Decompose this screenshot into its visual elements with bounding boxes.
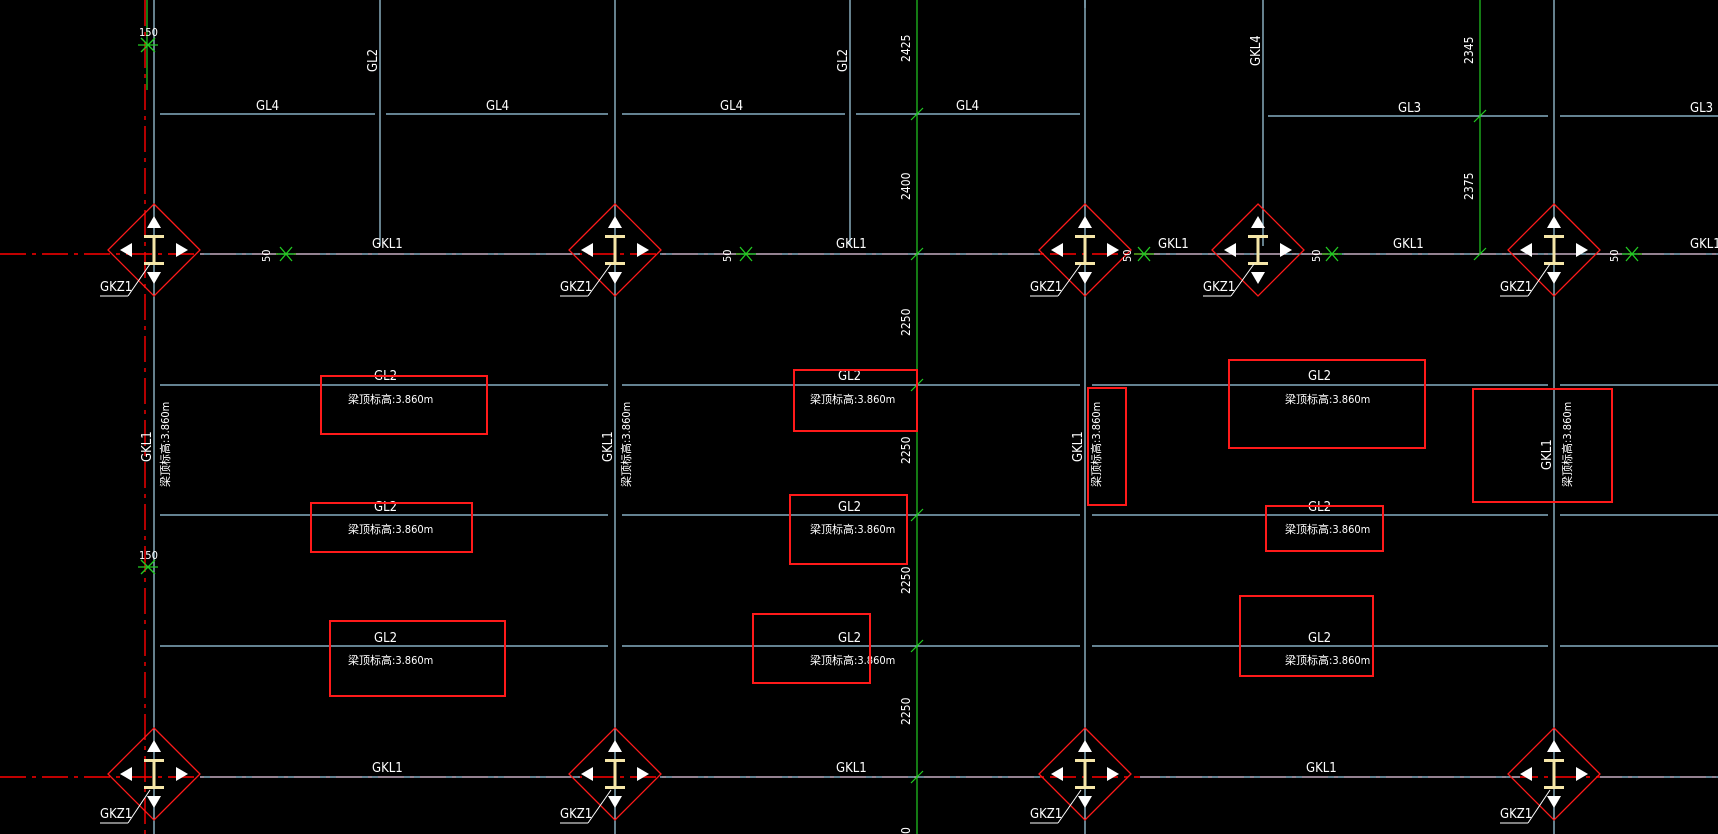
beam-label: GKL1 [836,761,867,776]
column-label: GKZ1 [1500,807,1532,822]
beam-label: GKL1 [1393,237,1424,252]
gl2-labels: GL2 GL2 GL2 GL2 GL2 GL2 GL2 GL2 GL2 [374,369,1331,646]
beam-lines [160,113,1718,778]
beam-label: GL4 [720,99,743,114]
offset-label: 150 [139,26,158,39]
beam-label: GL4 [256,99,279,114]
offset-label: 50 [1310,249,1323,262]
axis-lines [0,0,1718,834]
dimension-label: 2375 [1462,173,1476,200]
beam-label: GKL1 [372,761,403,776]
beam-label: GL2 [1308,369,1331,384]
elevation-label: 梁顶标高:3.860m [348,392,433,406]
column-label: GKZ1 [560,280,592,295]
elevation-label: 梁顶标高:3.860m [1285,392,1370,406]
elevation-label: 梁顶标高:3.860m [1285,653,1370,667]
beam-label: GKL1 [140,431,155,462]
beam-label: GKL1 [1158,237,1189,252]
offset-label: 50 [721,249,734,262]
beam-label: GL2 [838,369,861,384]
beam-label: GKL1 [1540,439,1555,470]
beam-label: GL2 [374,631,397,646]
elevation-label: 梁顶标高:3.860m [810,653,895,667]
vertical-beam-labels: GL2 GL2 GKL4 GKL1 GKL1 GKL1 GKL1 梁顶标高:3.… [140,35,1574,487]
highlight-box[interactable] [752,613,871,684]
offset-label: 50 [1121,249,1134,262]
column-label: GKZ1 [1030,807,1062,822]
elevation-labels: 梁顶标高:3.860m 梁顶标高:3.860m 梁顶标高:3.860m 梁顶标高… [348,392,1370,667]
cad-drawing-canvas[interactable]: GKZ1 GKZ1 GKZ1 GKZ1 GKZ1 GKZ1 GKZ1 GKZ1 … [0,0,1718,834]
beam-label: GL2 [1308,500,1331,515]
beam-label: GL2 [838,500,861,515]
main-beam-labels: GKL1 GKL1 GKL1 GKL1 GKL1 GKL1 GKL1 GKL1 [372,237,1718,776]
dimension-label: 2250 [899,436,913,464]
dimension-label: 2400 [899,172,913,200]
beam-label: GKL4 [1249,35,1264,66]
beam-label: GKL1 [836,237,867,252]
column-label: GKZ1 [100,807,132,822]
dimension-labels: 2425 2400 2250 2250 2250 2250 0 2345 237… [899,35,1476,834]
offset-label: 150 [139,549,158,562]
elevation-label: 梁顶标高:3.860m [1560,402,1574,487]
beam-label: GKL1 [601,431,616,462]
beam-label: GL4 [486,99,509,114]
column-label: GKZ1 [560,807,592,822]
beam-label: GL3 [1690,101,1713,116]
elevation-label: 梁顶标高:3.860m [348,653,433,667]
beam-label: GKL1 [1071,431,1086,462]
elevation-label: 梁顶标高:3.860m [1285,522,1370,536]
column-label: GKZ1 [1030,280,1062,295]
column-leaders [100,263,1551,824]
elevation-label: 梁顶标高:3.860m [810,522,895,536]
beam-label: GL3 [1398,101,1421,116]
column-label: GKZ1 [1500,280,1532,295]
beam-label: GKL1 [1306,761,1337,776]
beam-label: GL4 [956,99,979,114]
beam-label: GL2 [366,49,381,72]
offset-label: 50 [1608,249,1621,262]
dimension-label: 2345 [1462,37,1476,64]
elevation-label: 梁顶标高:3.860m [810,392,895,406]
beam-label: GKL1 [1690,237,1718,252]
offset-label: 50 [260,249,273,262]
elevation-label: 梁顶标高:3.860m [619,402,633,487]
offset-markers [138,37,1642,575]
dimension-label: 2250 [899,697,913,725]
dimension-label: 2425 [899,35,913,62]
beam-label: GL2 [1308,631,1331,646]
elevation-label: 梁顶标高:3.860m [158,402,172,487]
dimension-label: 2250 [899,308,913,336]
dimension-label: 0 [899,827,913,834]
beam-label: GKL1 [372,237,403,252]
dimension-lines [146,0,1487,834]
dimension-label: 2250 [899,566,913,594]
column-label: GKZ1 [100,280,132,295]
elevation-label: 梁顶标高:3.860m [1089,402,1103,487]
beam-label: GL2 [836,49,851,72]
column-grid-lines [153,0,1555,834]
elevation-label: 梁顶标高:3.860m [348,522,433,536]
column-label: GKZ1 [1203,280,1235,295]
beam-label: GL2 [838,631,861,646]
